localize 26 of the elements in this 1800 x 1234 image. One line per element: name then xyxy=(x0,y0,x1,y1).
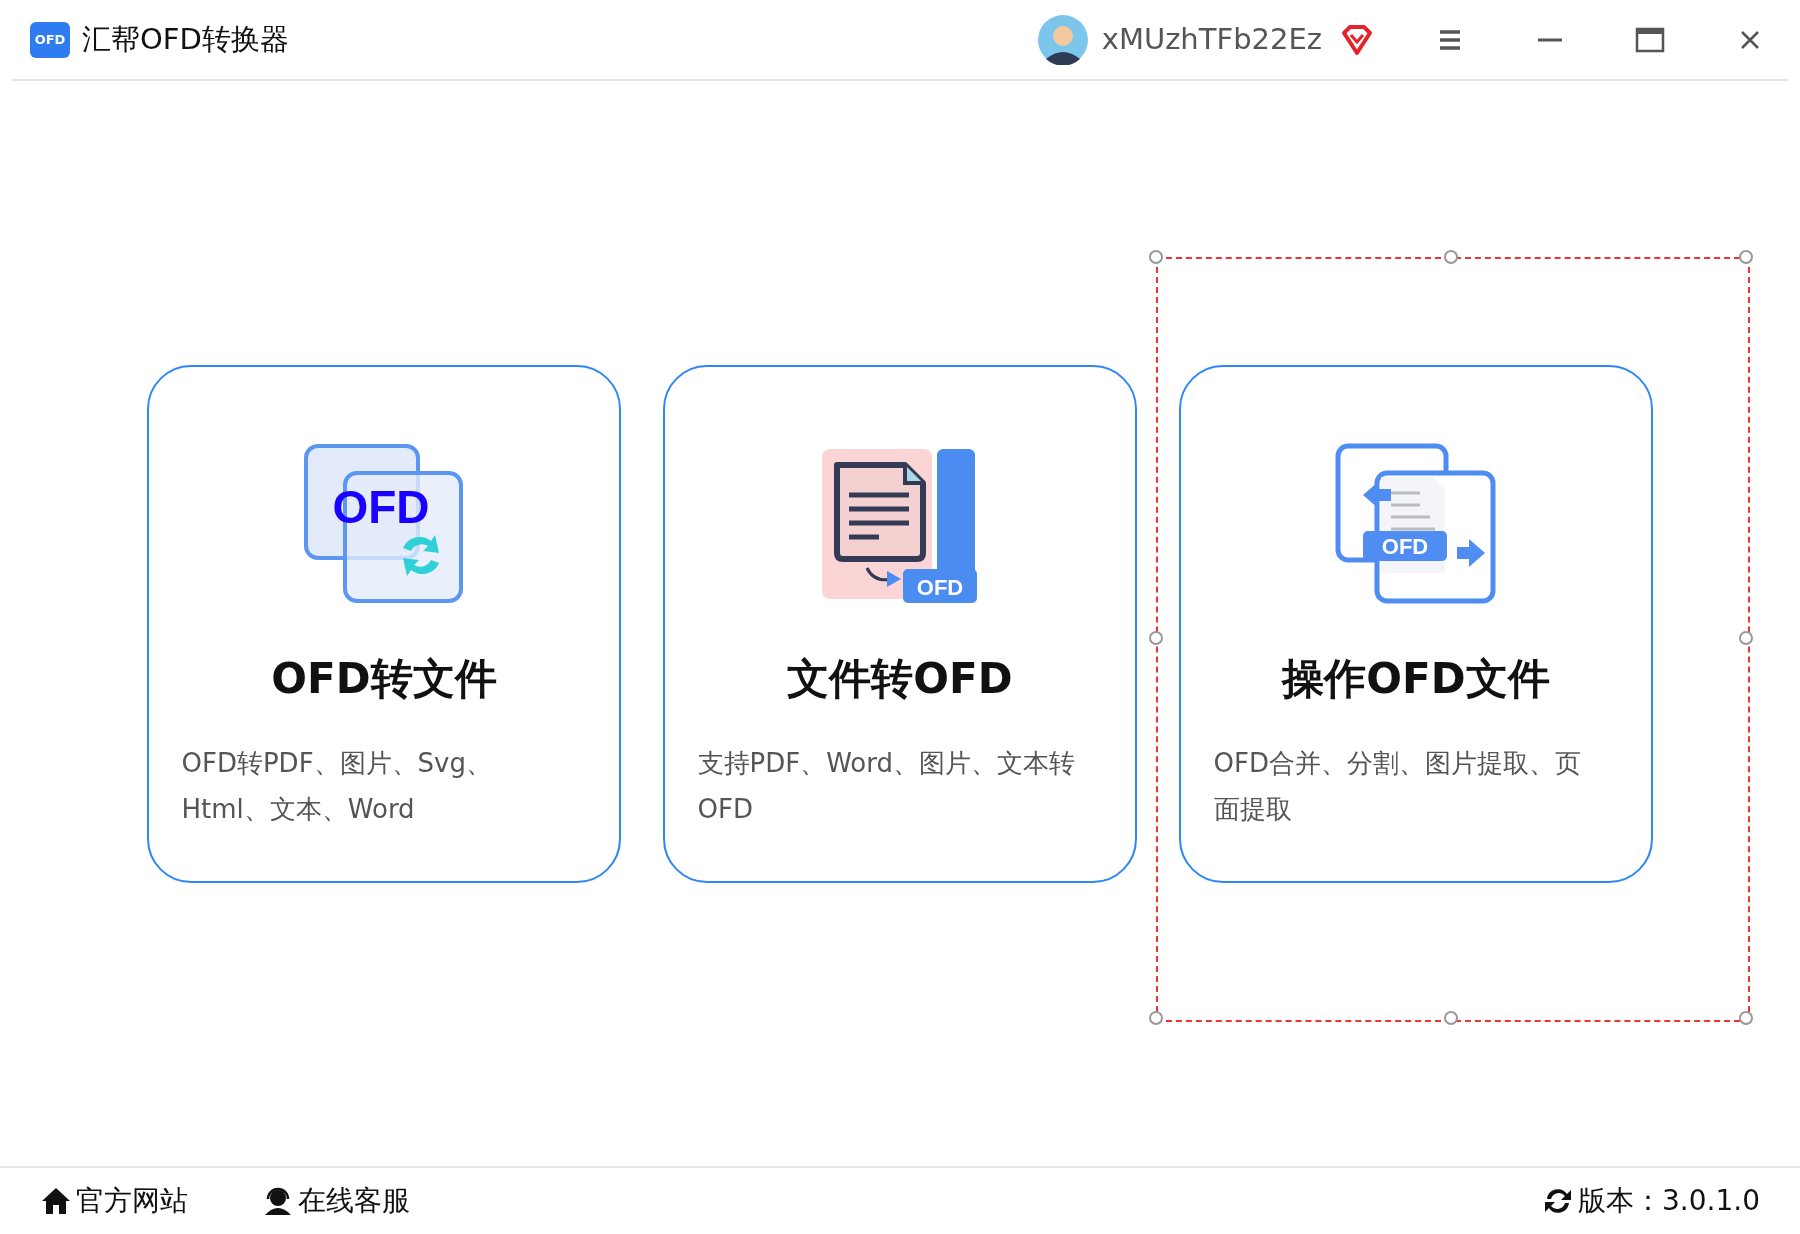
resize-handle[interactable] xyxy=(1149,630,1163,645)
window-title: 汇帮OFD转换器 xyxy=(82,20,289,58)
card-title: 操作OFD文件 xyxy=(1282,652,1550,705)
resize-handle[interactable] xyxy=(1149,250,1163,264)
resize-handle[interactable] xyxy=(1739,250,1753,264)
resize-handle[interactable] xyxy=(1444,250,1458,264)
feature-card[interactable]: OFD 文件转OFD 支持PDF、Word、图片、文本转OFD xyxy=(663,364,1137,883)
footer-link[interactable]: 在线客服 xyxy=(262,1180,410,1222)
card-title: OFD转文件 xyxy=(271,652,497,705)
resize-handle[interactable] xyxy=(1149,1011,1163,1025)
resize-handle[interactable] xyxy=(1739,1011,1753,1025)
vip-icon xyxy=(1340,22,1374,57)
card-description: OFD合并、分割、图片提取、页面提取 xyxy=(1213,746,1582,826)
avatar-icon xyxy=(1037,14,1088,65)
feature-card[interactable]: OFD 操作OFD文件 OFD合并、分割、图片提取、页面提取 xyxy=(1179,364,1653,883)
app-logo: OFD xyxy=(30,21,70,58)
card-description: 支持PDF、Word、图片、文本转OFD xyxy=(697,746,1076,826)
version-label: 版本：3.0.1.0 xyxy=(1578,1183,1760,1219)
resize-handle[interactable] xyxy=(1739,630,1753,645)
card-description: OFD转PDF、图片、Svg、Html、文本、Word xyxy=(181,746,493,826)
home-icon xyxy=(40,1185,72,1217)
card-title: 文件转OFD xyxy=(787,652,1013,705)
footer-link[interactable]: 官方网站 xyxy=(40,1180,188,1222)
resize-handle[interactable] xyxy=(1444,1011,1458,1025)
username[interactable]: xMUzhTFb22Ez xyxy=(1101,17,1322,62)
minimize-icon xyxy=(1538,37,1562,42)
